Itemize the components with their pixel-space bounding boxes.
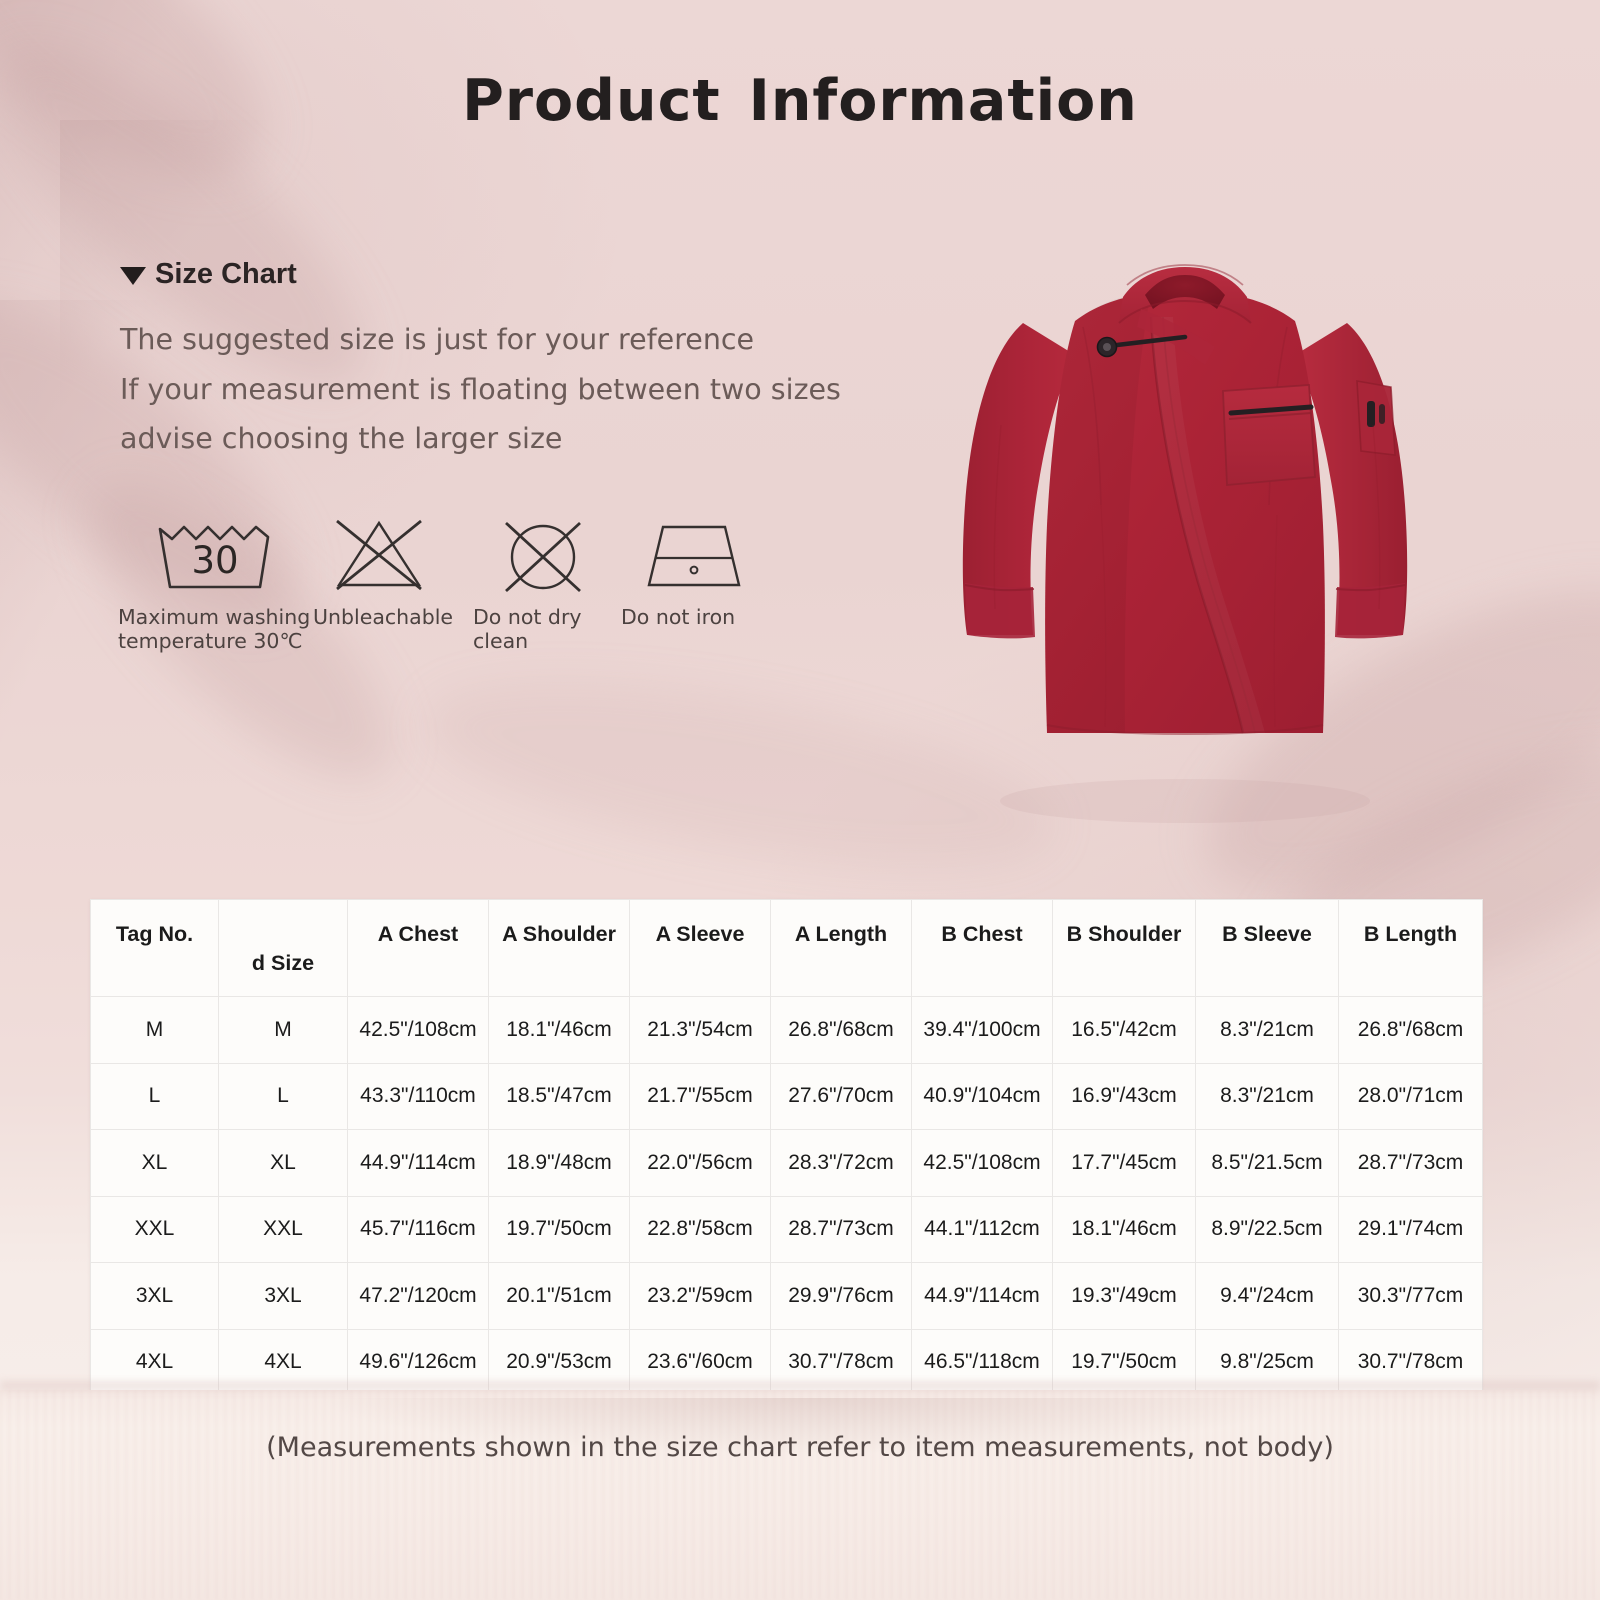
- size-chart-desc-line: If your measurement is floating between …: [120, 372, 841, 406]
- table-cell: 26.8"/68cm: [770, 996, 912, 1064]
- table-row: XXL XXL 45.7"/116cm 19.7"/50cm 22.8"/58cm 28.…: [90, 1195, 1483, 1263]
- table-cell: 28.7"/73cm: [770, 1195, 912, 1263]
- table-cell: 8.9"/22.5cm: [1195, 1195, 1339, 1263]
- care-symbol-label: Do not dry clean: [473, 605, 582, 653]
- table-cell: 8.3"/21cm: [1195, 1062, 1339, 1130]
- table-cell: XL: [218, 1129, 348, 1197]
- table-cell: 19.3"/49cm: [1052, 1262, 1196, 1330]
- care-symbol-label: Do not iron: [621, 605, 736, 629]
- table-cell: 18.1"/46cm: [488, 996, 630, 1064]
- table-cell: 20.1"/51cm: [488, 1262, 630, 1330]
- no-bleach-triangle-icon: [313, 515, 473, 595]
- table-cell: 8.3"/21cm: [1195, 996, 1339, 1064]
- col-header-a-sleeve: A Sleeve: [629, 899, 771, 997]
- table-cell: 16.9"/43cm: [1052, 1062, 1196, 1130]
- page-title: Product Information: [0, 68, 1600, 134]
- table-cell: 22.0"/56cm: [629, 1129, 771, 1197]
- no-iron-icon: [621, 515, 781, 595]
- table-cell: 47.2"/120cm: [347, 1262, 489, 1330]
- table-cell: 44.9"/114cm: [347, 1129, 489, 1197]
- table-cell: 42.5"/108cm: [347, 996, 489, 1064]
- size-chart-table: Tag No. d Size A Chest A Shoulder A Slee…: [90, 899, 1483, 1396]
- table-header-row: Tag No. d Size A Chest A Shoulder A Slee…: [90, 899, 1483, 997]
- size-chart-heading-label: Size Chart: [155, 258, 297, 290]
- size-chart-desc-line: advise choosing the larger size: [120, 422, 563, 455]
- measurements-footnote-front: (Measurements shown in the size chart re…: [266, 1432, 1334, 1463]
- table-cell: 26.8"/68cm: [1338, 996, 1483, 1064]
- care-symbols-row: 30 Maximum washing temperature 30℃ Unble…: [118, 515, 781, 653]
- size-chart-heading: Size Chart: [120, 258, 297, 291]
- table-cell: 9.4"/24cm: [1195, 1262, 1339, 1330]
- table-cell: L: [90, 1062, 219, 1130]
- wash-tub-30-icon: 30: [118, 515, 313, 595]
- col-header-d-size: d Size: [218, 899, 348, 997]
- table-cell: 22.8"/58cm: [629, 1195, 771, 1263]
- care-symbol-unbleachable: Unbleachable: [313, 515, 473, 629]
- product-information-page: Product Information Size Chart The sugges…: [0, 0, 1600, 1600]
- table-cell: 27.6"/70cm: [770, 1062, 912, 1130]
- care-symbol-no-iron: Do not iron: [621, 515, 781, 629]
- table-cell: 39.4"/100cm: [911, 996, 1053, 1064]
- table-row: L L 43.3"/110cm 18.5"/47cm 21.7"/55cm 27.6"/7…: [90, 1062, 1483, 1130]
- table-cell: 28.0"/71cm: [1338, 1062, 1483, 1130]
- table-cell: 16.5"/42cm: [1052, 996, 1196, 1064]
- triangle-down-icon: [120, 267, 146, 285]
- table-cell: 40.9"/104cm: [911, 1062, 1053, 1130]
- table-cell: M: [218, 996, 348, 1064]
- table-cell: 23.2"/59cm: [629, 1262, 771, 1330]
- table-cell: 17.7"/45cm: [1052, 1129, 1196, 1197]
- col-header-a-chest: A Chest: [347, 899, 489, 997]
- table-cell: 28.7"/73cm: [1338, 1129, 1483, 1197]
- col-header-b-length: B Length: [1338, 899, 1483, 997]
- table-cell: M: [90, 996, 219, 1064]
- table-cell: 44.1"/112cm: [911, 1195, 1053, 1263]
- table-cell: 21.7"/55cm: [629, 1062, 771, 1130]
- table-cell: XXL: [90, 1195, 219, 1263]
- table-cell: 42.5"/108cm: [911, 1129, 1053, 1197]
- table-cell: 29.9"/76cm: [770, 1262, 912, 1330]
- table-cell: 18.5"/47cm: [488, 1062, 630, 1130]
- table-row: 3XL 3XL 47.2"/120cm 20.1"/51cm 23.2"/59cm 29.…: [90, 1262, 1483, 1330]
- table-cell: 21.3"/54cm: [629, 996, 771, 1064]
- no-dry-clean-circle-icon: [473, 515, 621, 595]
- care-symbol-no-dry-clean: Do not dry clean: [473, 515, 621, 653]
- table-cell: XL: [90, 1129, 219, 1197]
- table-cell: 18.1"/46cm: [1052, 1195, 1196, 1263]
- page-title-word-1: Product: [462, 68, 721, 134]
- table-cell: 19.7"/50cm: [488, 1195, 630, 1263]
- care-symbol-wash-30: 30 Maximum washing temperature 30℃: [118, 515, 313, 653]
- surface-shelf-edge: [0, 1382, 1600, 1394]
- col-header-tag-no: Tag No.: [90, 899, 219, 997]
- col-header-a-length: A Length: [770, 899, 912, 997]
- care-symbol-label: Maximum washing temperature 30℃: [118, 605, 311, 653]
- table-cell: XXL: [218, 1195, 348, 1263]
- table-cell: 44.9"/114cm: [911, 1262, 1053, 1330]
- table-cell: 43.3"/110cm: [347, 1062, 489, 1130]
- col-header-b-sleeve: B Sleeve: [1195, 899, 1339, 997]
- col-header-b-chest: B Chest: [911, 899, 1053, 997]
- table-cell: 18.9"/48cm: [488, 1129, 630, 1197]
- col-header-b-shoulder: B Shoulder: [1052, 899, 1196, 997]
- care-symbol-label: Unbleachable: [313, 605, 454, 629]
- table-row: XL XL 44.9"/114cm 18.9"/48cm 22.0"/56cm 28.3"…: [90, 1129, 1483, 1197]
- table-cell: L: [218, 1062, 348, 1130]
- table-body: M M 42.5"/108cm 18.1"/46cm 21.3"/54cm 26.8"/6…: [90, 996, 1483, 1396]
- col-header-a-shoulder: A Shoulder: [488, 899, 630, 997]
- size-chart-desc-line: The suggested size is just for your refe…: [120, 323, 755, 356]
- table-cell: 45.7"/116cm: [347, 1195, 489, 1263]
- table-cell: 28.3"/72cm: [770, 1129, 912, 1197]
- size-chart-description: The suggested size is just for your refe…: [120, 315, 841, 464]
- table-cell: 3XL: [90, 1262, 219, 1330]
- table-cell: 29.1"/74cm: [1338, 1195, 1483, 1263]
- table-row: M M 42.5"/108cm 18.1"/46cm 21.3"/54cm 26.8"/6…: [90, 996, 1483, 1064]
- table-cell: 30.3"/77cm: [1338, 1262, 1483, 1330]
- table-cell: 3XL: [218, 1262, 348, 1330]
- product-photo-red-chef-jacket: [905, 205, 1465, 845]
- page-title-word-2: Information: [748, 68, 1138, 134]
- table-cell: 8.5"/21.5cm: [1195, 1129, 1339, 1197]
- svg-text:30: 30: [191, 539, 238, 582]
